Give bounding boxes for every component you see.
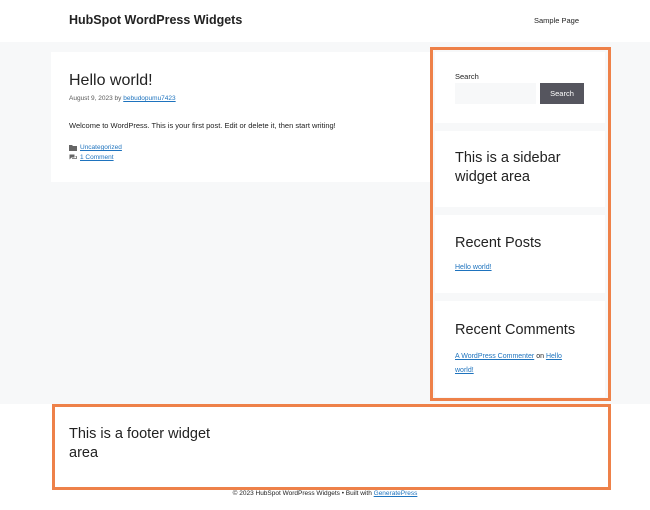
post-meta: August 9, 2023 by bebudopumu7423 (69, 95, 176, 102)
post-categories: Uncategorized (69, 144, 122, 151)
footer-heading-line-1: This is a footer widget (69, 426, 211, 442)
category-link[interactable]: Uncategorized (80, 144, 122, 151)
post-article: Hello world! August 9, 2023 by bebudopum… (51, 52, 432, 182)
sidebar-highlight-box (430, 47, 611, 401)
copyright-text: © 2023 HubSpot WordPress Widgets • Built… (232, 490, 372, 497)
post-comments: 1 Comment (69, 154, 114, 161)
post-date[interactable]: August 9, 2023 (69, 95, 113, 102)
post-excerpt: Welcome to WordPress. This is your first… (69, 121, 336, 130)
comment-icon (69, 154, 77, 160)
site-copyright: © 2023 HubSpot WordPress Widgets • Built… (0, 490, 650, 497)
comments-link[interactable]: 1 Comment (80, 154, 114, 161)
post-author-link[interactable]: bebudopumu7423 (123, 95, 175, 102)
nav-item-sample-page[interactable]: Sample Page (534, 16, 579, 25)
generatepress-link[interactable]: GeneratePress (374, 490, 418, 497)
post-by: by (114, 95, 122, 102)
post-title[interactable]: Hello world! (69, 72, 153, 90)
site-header: HubSpot WordPress Widgets Sample Page (0, 0, 650, 42)
site-title[interactable]: HubSpot WordPress Widgets (69, 13, 242, 27)
footer-heading-line-2: area (69, 445, 99, 461)
footer-widget-heading: This is a footer widget area (69, 425, 210, 463)
folder-icon (69, 145, 77, 151)
